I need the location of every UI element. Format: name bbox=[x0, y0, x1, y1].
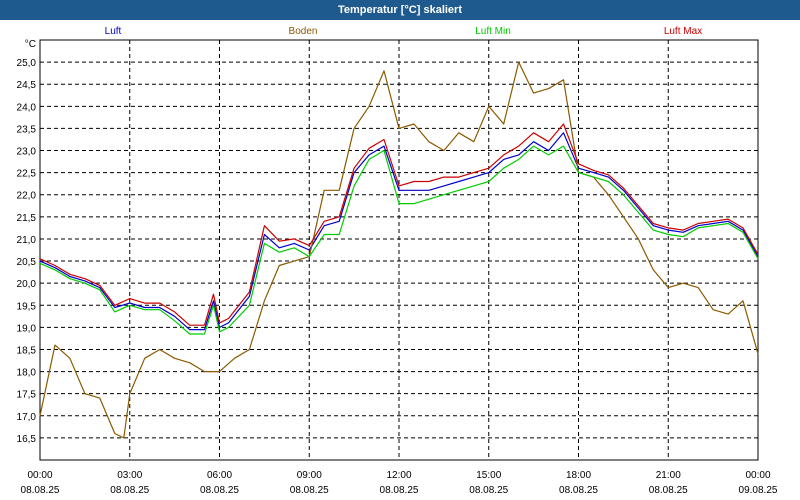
y-tick-label: 16,5 bbox=[17, 434, 37, 445]
y-tick-label: 24,5 bbox=[17, 80, 37, 91]
x-tick-time: 12:00 bbox=[386, 470, 411, 481]
x-tick-date: 08.08.25 bbox=[290, 485, 329, 496]
legend-entry: Boden bbox=[289, 26, 318, 37]
x-tick-time: 00:00 bbox=[27, 470, 52, 481]
x-tick-date: 08.08.25 bbox=[200, 485, 239, 496]
x-tick-time: 21:00 bbox=[656, 470, 681, 481]
chart-title: Temperatur [°C] skaliert bbox=[0, 0, 800, 20]
x-tick-date: 08.08.25 bbox=[110, 485, 149, 496]
x-tick-date: 08.08.25 bbox=[21, 485, 60, 496]
x-tick-time: 09:00 bbox=[297, 470, 322, 481]
x-tick-date: 09.08.25 bbox=[739, 485, 778, 496]
y-tick-label: 21,5 bbox=[17, 213, 37, 224]
y-tick-label: 20,5 bbox=[17, 257, 37, 268]
y-tick-label: 18,5 bbox=[17, 345, 37, 356]
y-tick-label: 24,0 bbox=[17, 102, 37, 113]
y-tick-label: 19,0 bbox=[17, 323, 37, 334]
y-axis-unit: °C bbox=[25, 39, 36, 50]
x-tick-time: 00:00 bbox=[745, 470, 770, 481]
legend-entry: Luft Max bbox=[664, 26, 702, 37]
y-tick-label: 21,0 bbox=[17, 235, 37, 246]
y-tick-label: 17,0 bbox=[17, 412, 37, 423]
x-tick-date: 08.08.25 bbox=[649, 485, 688, 496]
x-tick-date: 08.08.25 bbox=[380, 485, 419, 496]
y-tick-label: 18,0 bbox=[17, 368, 37, 379]
x-tick-time: 03:00 bbox=[117, 470, 142, 481]
y-tick-label: 19,5 bbox=[17, 301, 37, 312]
y-tick-label: 17,5 bbox=[17, 390, 37, 401]
x-tick-date: 08.08.25 bbox=[469, 485, 508, 496]
x-tick-time: 15:00 bbox=[476, 470, 501, 481]
temperature-chart: 16,5 17,0 17,5 18,0 18,5 19,0 19,5 20,0 20,5 21,0… bbox=[17, 26, 778, 496]
y-tick-label: 25,0 bbox=[17, 58, 37, 69]
y-tick-label: 23,5 bbox=[17, 124, 37, 135]
x-tick-time: 06:00 bbox=[207, 470, 232, 481]
legend-entry: Luft Min bbox=[475, 26, 511, 37]
x-tick-date: 08.08.25 bbox=[559, 485, 598, 496]
x-tick-time: 18:00 bbox=[566, 470, 591, 481]
y-tick-label: 23,0 bbox=[17, 147, 37, 158]
y-tick-label: 22,0 bbox=[17, 191, 37, 202]
y-tick-label: 20,0 bbox=[17, 279, 37, 290]
y-tick-label: 22,5 bbox=[17, 169, 37, 180]
legend-entry: Luft bbox=[105, 26, 122, 37]
